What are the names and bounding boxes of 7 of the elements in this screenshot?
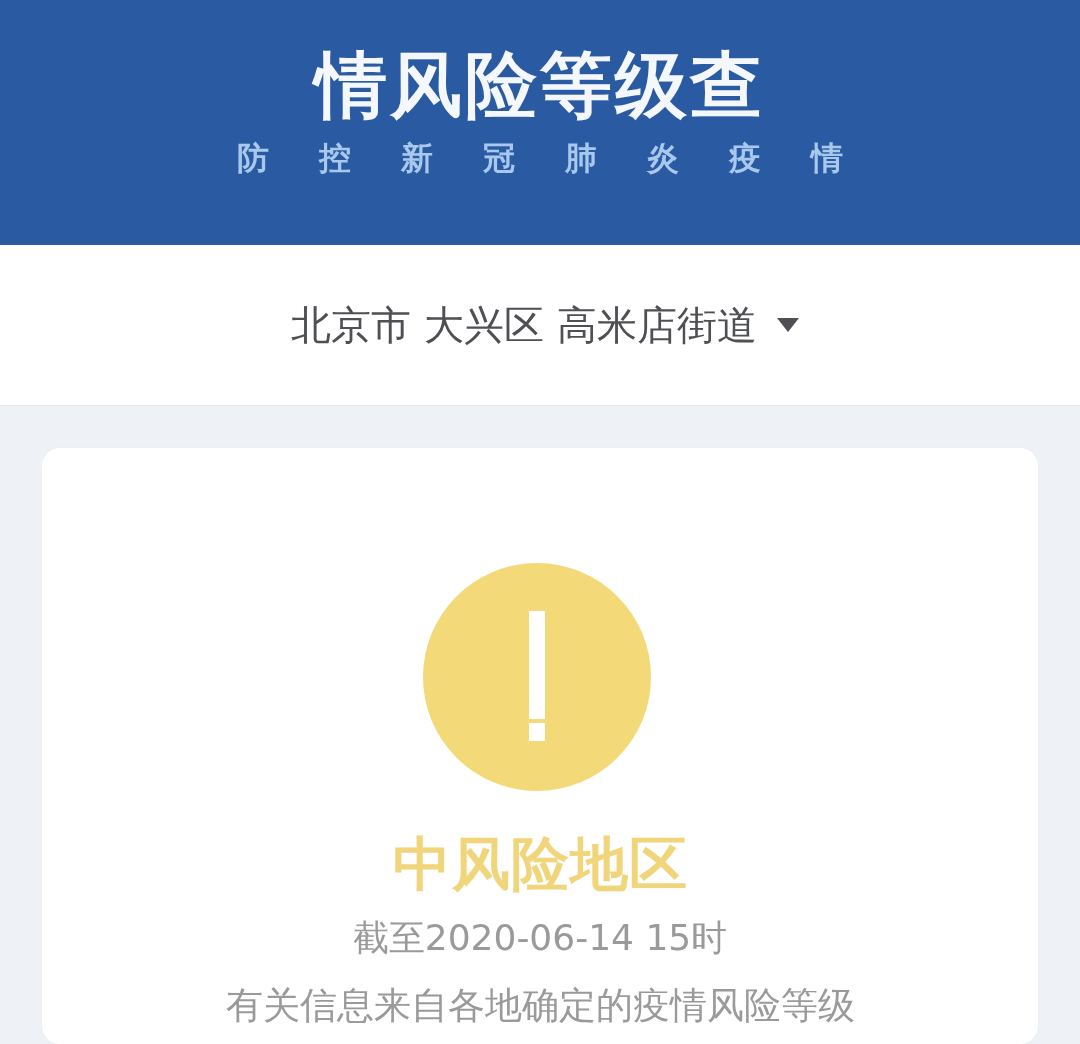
- warning-icon: [423, 563, 651, 791]
- location-dropdown[interactable]: 北京市 大兴区 高米店街道: [291, 296, 799, 354]
- update-time: 截至2020-06-14 15时: [352, 916, 728, 960]
- info-note: 有关信息来自各地确定的疫情风险等级: [225, 983, 855, 1029]
- page-subtitle: 防控新冠肺炎疫情: [237, 138, 893, 178]
- risk-status: 中风险地区: [392, 829, 688, 899]
- caret-icon: [776, 318, 799, 332]
